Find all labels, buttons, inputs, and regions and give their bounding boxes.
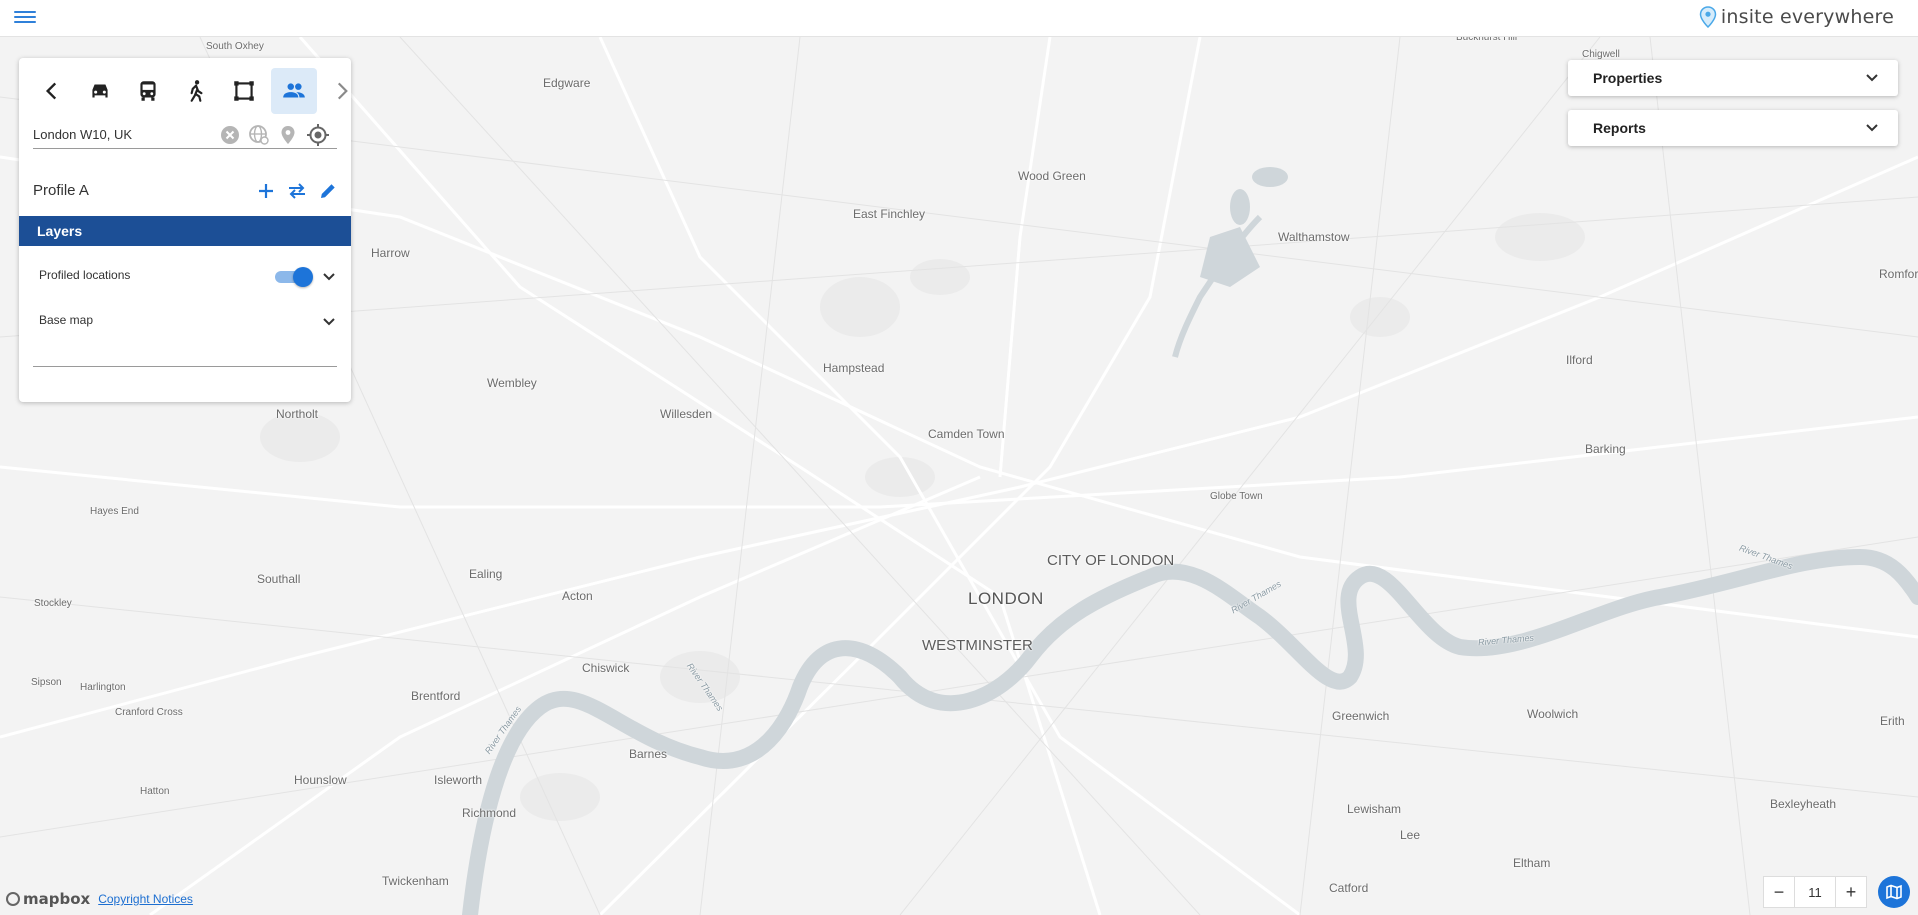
mapbox-logo[interactable]: mapbox [6, 890, 90, 908]
travel-mode-toolbar [29, 68, 359, 114]
map-label: Hounslow [294, 773, 347, 787]
globe-search-icon[interactable] [248, 124, 270, 146]
properties-label: Properties [1593, 70, 1663, 86]
copyright-notices-link[interactable]: Copyright Notices [98, 892, 193, 906]
map-label: Southall [257, 572, 301, 586]
clear-icon[interactable] [219, 124, 241, 146]
map-label: Isleworth [434, 773, 483, 787]
locate-me-icon[interactable] [306, 123, 330, 147]
map-label: Twickenham [382, 874, 449, 888]
map-label: Brentford [411, 689, 461, 703]
map-icon [1886, 884, 1902, 900]
map-label: CITY OF LONDON [1047, 552, 1175, 569]
map-label: Harrow [371, 246, 410, 260]
zoom-control: − 11 + [1763, 876, 1867, 908]
reports-label: Reports [1593, 120, 1646, 136]
map-label: Harlington [80, 682, 126, 693]
add-icon[interactable] [255, 180, 277, 202]
map-pin-icon[interactable] [277, 124, 299, 146]
reports-dropdown[interactable]: Reports [1568, 110, 1898, 146]
chevron-down-icon [1866, 74, 1878, 82]
zoom-in-button[interactable]: + [1835, 876, 1867, 908]
map-parks [260, 213, 1585, 821]
map-label: Bexleyheath [1770, 797, 1837, 811]
map-label: Woolwich [1527, 707, 1579, 721]
map-label: WESTMINSTER [922, 637, 1033, 654]
map-attribution: mapbox Copyright Notices [6, 890, 193, 908]
map-label: Barnes [629, 747, 668, 761]
control-panel: Profile A Layers Profiled locations Base… [19, 58, 351, 402]
map-label: Eltham [1513, 856, 1551, 870]
layer-item-profiled-locations[interactable]: Profiled locations [39, 264, 339, 290]
map-label: Erith [1880, 714, 1905, 728]
map-label: Hayes End [90, 506, 139, 517]
toggle-knob [293, 267, 313, 287]
map-label: Northolt [276, 407, 319, 421]
map-label: Sipson [31, 677, 62, 688]
back-arrow-icon[interactable] [29, 68, 75, 114]
map-style-button[interactable] [1878, 876, 1910, 908]
map-label: Richmond [462, 806, 517, 820]
map-label: Acton [562, 589, 593, 603]
layer-label: Profiled locations [39, 268, 131, 282]
map-label: Stockley [34, 598, 72, 609]
map-label: Catford [1329, 881, 1369, 895]
brand-logo: insite everywhere [1699, 6, 1894, 28]
map-label: Wood Green [1018, 169, 1086, 183]
map-label: Ilford [1566, 353, 1593, 367]
mapbox-logo-icon [6, 892, 20, 906]
mapbox-logo-text: mapbox [23, 890, 91, 908]
layer-label: Base map [39, 313, 94, 327]
layer-item-base-map[interactable]: Base map [39, 309, 339, 335]
map-label: Cranford Cross [115, 707, 183, 718]
map-label: Lee [1400, 828, 1421, 842]
profile-row: Profile A [33, 178, 337, 204]
search-underline [213, 148, 337, 149]
swap-icon[interactable] [286, 180, 308, 202]
map-reservoirs [1200, 167, 1288, 287]
profile-title: Profile A [33, 182, 89, 199]
location-search [33, 120, 337, 150]
map-label: Walthamstow [1278, 230, 1350, 244]
map-label: Globe Town [1210, 491, 1263, 502]
map-label: South Oxhey [206, 41, 264, 52]
panel-divider [33, 366, 337, 367]
top-bar: insite everywhere [0, 0, 1918, 37]
map-label: Hatton [140, 786, 170, 797]
map-label: Wembley [487, 376, 537, 390]
car-icon[interactable] [77, 68, 123, 114]
map-label: Edgware [543, 76, 591, 90]
chevron-down-icon[interactable] [319, 267, 339, 287]
map-label: Romford [1879, 267, 1918, 281]
polygon-draw-icon[interactable] [221, 68, 267, 114]
map-label: Camden Town [928, 427, 1005, 441]
map-label: Chigwell [1582, 49, 1620, 60]
properties-dropdown[interactable]: Properties [1568, 60, 1898, 96]
map-label: Hampstead [823, 361, 885, 375]
map-label: Greenwich [1332, 709, 1390, 723]
bus-icon[interactable] [125, 68, 171, 114]
walk-icon[interactable] [173, 68, 219, 114]
layers-header: Layers [19, 216, 351, 246]
location-pin-icon [1699, 6, 1717, 28]
location-search-input[interactable] [33, 120, 213, 149]
forward-arrow-icon[interactable] [319, 68, 365, 114]
zoom-level: 11 [1795, 876, 1835, 908]
map-label: Willesden [660, 407, 713, 421]
hamburger-menu-icon[interactable] [14, 8, 36, 28]
zoom-out-button[interactable]: − [1763, 876, 1795, 908]
river-thames [462, 548, 1918, 915]
people-icon[interactable] [271, 68, 317, 114]
brand-name: insite everywhere [1720, 6, 1894, 28]
chevron-down-icon [1866, 124, 1878, 132]
chevron-down-icon[interactable] [319, 312, 339, 332]
profiled-locations-toggle[interactable] [275, 267, 313, 287]
map-label: Lewisham [1347, 802, 1402, 816]
map-label: Chiswick [582, 661, 630, 675]
map-label: East Finchley [853, 207, 926, 221]
map-label: Barking [1585, 442, 1626, 456]
map-label: LONDON [968, 589, 1044, 608]
map-label: Ealing [469, 567, 503, 581]
edit-pencil-icon[interactable] [317, 180, 339, 202]
